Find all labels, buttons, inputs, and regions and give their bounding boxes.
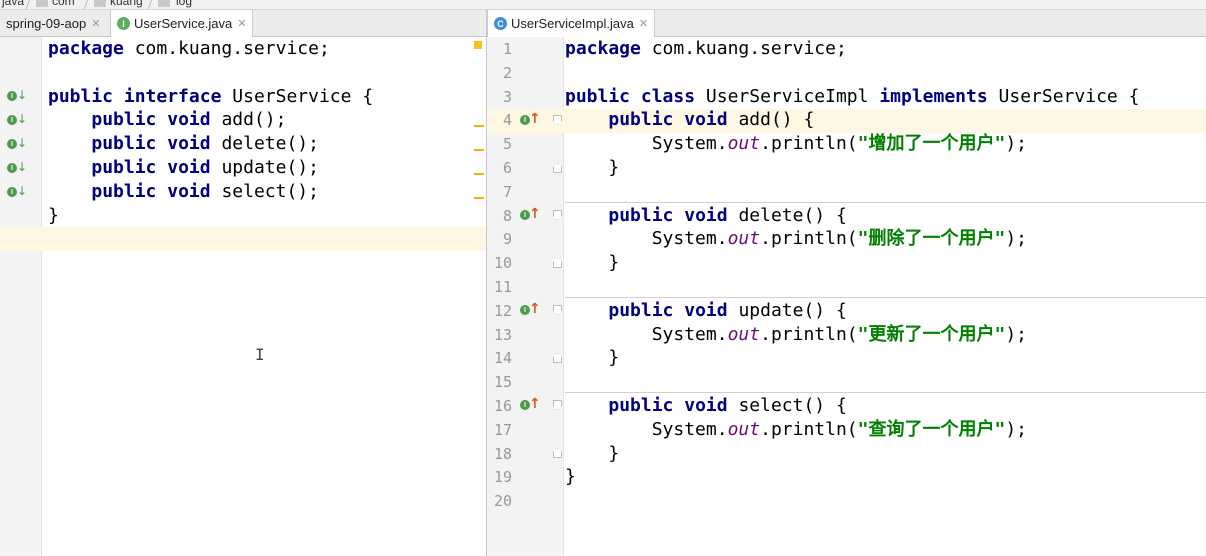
right-editor[interactable]: 1 2 3 4 5 6 7 8 9 10 11 12 13 14 15 16 17 18 19 20 I ↑ I ↑ … — [487, 37, 1206, 556]
code-line[interactable]: } — [48, 204, 59, 228]
tab-label: spring-09-aop — [6, 15, 87, 31]
code-line[interactable]: public void update() { — [565, 299, 846, 323]
line-number: 7 — [502, 182, 512, 201]
code-line[interactable]: public void add() { — [565, 108, 814, 132]
interface-icon: I — [117, 17, 130, 30]
line-number: 11 — [493, 278, 512, 296]
arrow-up-icon: ↑ — [529, 111, 541, 127]
line-number: 4 — [502, 111, 512, 130]
code-line[interactable]: public void delete() { — [565, 204, 846, 228]
code-line[interactable]: public interface UserService { — [48, 85, 373, 109]
code-line[interactable]: public class UserServiceImpl implements … — [565, 85, 1139, 109]
breadcrumb-separator — [25, 0, 32, 9]
line-number: 14 — [493, 349, 512, 368]
code-line[interactable]: System.out.println("查询了一个用户"); — [565, 418, 1027, 442]
code-line[interactable]: } — [565, 156, 619, 180]
implemented-icon[interactable]: I — [7, 115, 17, 125]
implemented-icon[interactable]: I — [7, 163, 17, 173]
breadcrumb-item[interactable]: com — [52, 0, 75, 8]
line-number: 16 — [493, 397, 512, 415]
tab-label: UserService.java — [134, 16, 233, 31]
line-number: 9 — [502, 230, 512, 249]
line-number: 20 — [493, 492, 512, 511]
line-number: 12 — [493, 301, 512, 320]
code-line[interactable]: public void delete(); — [48, 132, 319, 156]
close-icon[interactable]: ✕ — [639, 17, 648, 30]
arrow-up-icon: ↑ — [529, 396, 541, 412]
implemented-icon[interactable]: I — [7, 91, 17, 101]
line-number: 13 — [493, 325, 512, 344]
close-icon[interactable]: ✕ — [91, 17, 100, 30]
text-cursor-icon: I — [255, 345, 265, 364]
arrow-up-icon: ↑ — [529, 301, 541, 317]
left-editor[interactable]: I ↓ I ↓ I ↓ I ↓ I ↓ package com.kuang.se… — [0, 37, 486, 556]
class-icon: C — [494, 17, 507, 30]
method-separator — [565, 392, 1206, 393]
scrollbar-marker[interactable] — [474, 197, 484, 199]
breadcrumb: java com kuang log — [0, 0, 1206, 10]
code-line[interactable]: System.out.println("增加了一个用户"); — [565, 132, 1027, 156]
breadcrumb-separator — [147, 0, 154, 9]
breadcrumb-item[interactable]: java — [2, 0, 24, 8]
arrow-up-icon: ↑ — [529, 206, 541, 222]
code-line[interactable]: package com.kuang.service; — [48, 37, 330, 61]
code-line[interactable]: public void add(); — [48, 108, 286, 132]
line-number: 18 — [493, 444, 512, 463]
folder-icon — [94, 0, 106, 7]
line-number: 17 — [493, 420, 512, 439]
folder-icon — [36, 0, 48, 7]
folder-icon — [158, 0, 170, 7]
line-number: 8 — [502, 206, 512, 225]
line-number: 19 — [493, 468, 512, 487]
code-line[interactable]: public void select() { — [565, 394, 846, 418]
code-line[interactable]: System.out.println("更新了一个用户"); — [565, 323, 1027, 347]
tab-label: UserServiceImpl.java — [511, 16, 634, 31]
code-line[interactable]: } — [565, 465, 576, 489]
line-number: 6 — [502, 159, 512, 177]
code-line[interactable]: public void update(); — [48, 156, 319, 180]
code-line[interactable]: public void select(); — [48, 180, 319, 204]
implemented-icon[interactable]: I — [7, 139, 17, 149]
implemented-icon[interactable]: I — [7, 187, 17, 197]
breadcrumb-separator — [83, 0, 90, 9]
warning-indicator[interactable] — [474, 41, 482, 49]
code-line[interactable]: } — [565, 442, 619, 466]
line-number: 3 — [502, 87, 512, 106]
line-number: 15 — [493, 373, 512, 392]
line-number: 10 — [493, 254, 512, 273]
scrollbar-marker[interactable] — [474, 173, 484, 175]
arrow-down-icon: ↓ — [17, 160, 28, 174]
right-tab-bar: C UserServiceImpl.java ✕ — [487, 10, 1206, 37]
current-line-highlight — [0, 227, 486, 251]
scrollbar-marker[interactable] — [474, 125, 484, 127]
tab-userservice[interactable]: I UserService.java ✕ — [110, 10, 254, 37]
breadcrumb-item[interactable]: kuang — [110, 0, 143, 8]
breadcrumb-item[interactable]: log — [176, 0, 192, 8]
line-number: 5 — [502, 135, 512, 154]
arrow-down-icon: ↓ — [17, 184, 28, 198]
code-line[interactable]: System.out.println("删除了一个用户"); — [565, 227, 1027, 251]
arrow-down-icon: ↓ — [17, 88, 28, 102]
left-tab-bar: spring-09-aop ✕ I UserService.java ✕ — [0, 10, 486, 37]
scrollbar-marker[interactable] — [474, 149, 484, 151]
arrow-down-icon: ↓ — [17, 112, 28, 126]
arrow-down-icon: ↓ — [17, 136, 28, 150]
close-icon[interactable]: ✕ — [237, 17, 246, 30]
tab-spring-09-aop[interactable]: spring-09-aop ✕ — [0, 10, 106, 36]
code-line[interactable]: package com.kuang.service; — [565, 37, 847, 61]
code-line[interactable]: } — [565, 251, 619, 275]
code-line[interactable]: } — [565, 346, 619, 370]
line-number: 1 — [502, 40, 512, 58]
tab-userserviceimpl[interactable]: C UserServiceImpl.java ✕ — [487, 10, 656, 37]
line-number: 2 — [502, 63, 512, 82]
